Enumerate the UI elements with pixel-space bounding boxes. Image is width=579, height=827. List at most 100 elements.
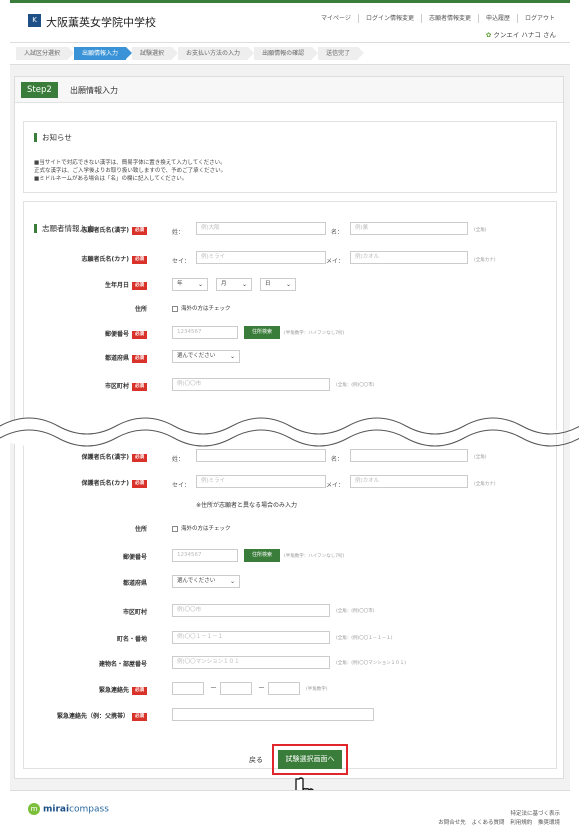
footer-terms-link[interactable]: 利用規約	[510, 820, 532, 826]
chevron-down-icon: ⌄	[229, 578, 235, 585]
emergency-tel-3[interactable]	[268, 682, 300, 695]
notice-line-1: ■当サイトで対応できない漢字は、簡易字体に置き換えて入力してください。	[34, 160, 226, 166]
user-name-text: クンエイ ハナコ さん	[493, 31, 556, 39]
emergency-hint: (半角数字)	[306, 687, 328, 692]
emergency-label-text: 緊急連絡先	[98, 687, 129, 694]
name-kana-label-text: 志願者氏名(カナ)	[81, 256, 130, 263]
next-exam-select-button[interactable]: 試験選択画面へ	[278, 750, 342, 769]
chevron-down-icon: ⌄	[241, 281, 247, 288]
chevron-down-icon: ⌄	[285, 281, 291, 288]
birth-year-select[interactable]: 年 ⌄	[172, 278, 208, 291]
mei-label: 名：	[331, 229, 344, 236]
sei-kana-input[interactable]: 例)ミライ	[196, 251, 326, 264]
guardian-name-hint: (全角)	[474, 455, 487, 460]
footer-faq-link[interactable]: よくある質問	[471, 820, 504, 826]
pref-label-text: 都道府県	[104, 355, 129, 362]
notice-line-2: 正式な漢字は、ご入学後よりお取り扱い致しますので、予めご了承ください。	[34, 168, 227, 174]
mei-kana-input[interactable]: 例)カオル	[350, 251, 468, 264]
guardian-pref-select[interactable]: 選んでください ⌄	[172, 575, 240, 588]
zip-input[interactable]: 1234567	[172, 326, 238, 339]
city-input[interactable]: 例)〇〇市	[172, 378, 330, 391]
guardian-sei-kana-input[interactable]: 例)ミライ	[196, 475, 326, 488]
mei-kana-label: メイ：	[326, 258, 345, 265]
city-hint: (全角：(例)〇〇市)	[336, 383, 375, 388]
required-badge: 必須	[132, 226, 147, 235]
step-4: お支払い方法の入力	[178, 47, 255, 60]
emergency-tel-1[interactable]	[172, 682, 204, 695]
footer-contact-link[interactable]: お問合せ先	[438, 820, 466, 826]
guardian-name-kanji-label-text: 保護者氏名(漢字)	[81, 454, 130, 461]
guardian-address-label: 住所	[134, 526, 147, 533]
guardian-name-kana-label-text: 保護者氏名(カナ)	[81, 480, 130, 487]
back-button[interactable]: 戻る	[245, 753, 267, 767]
sei-label: 姓：	[172, 229, 185, 236]
birth-label-text: 生年月日	[104, 282, 129, 289]
birth-month-select[interactable]: 月 ⌄	[216, 278, 252, 291]
name-kanji-hint: (全角)	[474, 228, 487, 233]
nav-applicant-info[interactable]: 志願者情報変更	[420, 14, 478, 23]
footer-env-link[interactable]: 推奨環境	[538, 820, 560, 826]
guardian-name-kana-hint: (全角カナ)	[474, 482, 496, 487]
checkbox-box	[172, 305, 178, 312]
birth-day-value: 日	[265, 281, 271, 287]
nav-login-info[interactable]: ログイン情報変更	[357, 14, 421, 23]
checkbox-box	[172, 525, 178, 532]
guardian-sei-kana-label: セイ：	[172, 482, 191, 489]
emergency2-label-text: 緊急連絡先（例：父携帯）	[56, 713, 129, 720]
guardian-zip-label: 郵便番号	[122, 554, 147, 561]
guardian-name-kana-label: 保護者氏名(カナ) 必須	[81, 478, 147, 488]
guardian-city-hint: (全角：(例)〇〇市)	[336, 609, 375, 614]
zip-search-button[interactable]: 住所検索	[244, 326, 280, 339]
site-footer: m miraicompass 特定法に基づく表示 お問合せ先 よくある質問 利用規…	[10, 790, 570, 827]
chevron-down-icon: ⌄	[197, 281, 203, 288]
guardian-city-label: 市区町村	[122, 609, 147, 616]
school-logo-icon: K	[28, 14, 41, 27]
guardian-bldg-label: 建物名・部屋番号	[98, 661, 147, 668]
overseas-label: 海外の方はチェック	[181, 306, 231, 312]
guardian-zip-search-button[interactable]: 住所検索	[244, 549, 280, 562]
guardian-bldg-input[interactable]: 例)〇〇マンション１０１	[172, 656, 330, 669]
required-badge: 必須	[132, 330, 147, 339]
school-name: 大阪薫英女学院中学校	[46, 16, 156, 29]
footer-tokusho-link[interactable]: 特定法に基づく表示	[510, 809, 560, 817]
guardian-town-hint: (全角：(例)〇〇１－１－１)	[336, 636, 393, 641]
birth-month-value: 月	[221, 281, 227, 287]
guardian-mei-kana-input[interactable]: 例)カオル	[350, 475, 468, 488]
wave-break	[0, 417, 579, 447]
step-1: 入試区分選択	[16, 47, 75, 60]
emergency2-label: 緊急連絡先（例：父携帯） 必須	[57, 711, 147, 721]
guardian-zip-input[interactable]: 1234567	[172, 549, 238, 562]
emergency2-input[interactable]	[172, 708, 374, 721]
guardian-city-input[interactable]: 例)〇〇市	[172, 604, 330, 617]
step-title: 出願情報入力	[70, 86, 118, 95]
sei-input[interactable]: 例)大阪	[196, 222, 326, 235]
birth-day-select[interactable]: 日 ⌄	[260, 278, 296, 291]
leaf-icon: ✿	[485, 31, 492, 39]
guardian-town-input[interactable]: 例)〇〇１－１－１	[172, 631, 330, 644]
step-6: 送信完了	[318, 47, 365, 60]
guardian-bldg-hint: (全角：(例)〇〇マンション１０１)	[336, 661, 407, 666]
dash-1: －	[210, 684, 217, 692]
required-badge: 必須	[132, 712, 147, 721]
nav-history[interactable]: 申込履歴	[477, 14, 517, 23]
notice-title: お知らせ	[34, 133, 72, 142]
dash-2: －	[258, 684, 265, 692]
step-header: Step2 出願情報入力	[15, 77, 563, 103]
required-badge: 必須	[132, 255, 147, 264]
overseas-checkbox[interactable]: 海外の方はチェック	[172, 304, 231, 312]
required-badge: 必須	[132, 382, 147, 391]
pref-label: 都道府県 必須	[105, 353, 147, 363]
mei-input[interactable]: 例)薫	[350, 222, 468, 235]
pref-select[interactable]: 選んでください ⌄	[172, 350, 240, 363]
miraicompass-logo: m miraicompass	[28, 803, 109, 815]
guardian-overseas-checkbox[interactable]: 海外の方はチェック	[172, 524, 231, 532]
guardian-mei-label: 名：	[331, 456, 344, 463]
emergency-tel-2[interactable]	[220, 682, 252, 695]
nav-logout[interactable]: ログアウト	[516, 14, 562, 23]
guardian-mei-kana-label: メイ：	[326, 482, 345, 489]
birth-label: 生年月日 必須	[105, 280, 147, 290]
nav-mypage[interactable]: マイページ	[314, 14, 358, 23]
birth-year-value: 年	[177, 281, 183, 287]
zip-label-text: 郵便番号	[104, 331, 129, 338]
guardian-pref-label: 都道府県	[122, 580, 147, 587]
